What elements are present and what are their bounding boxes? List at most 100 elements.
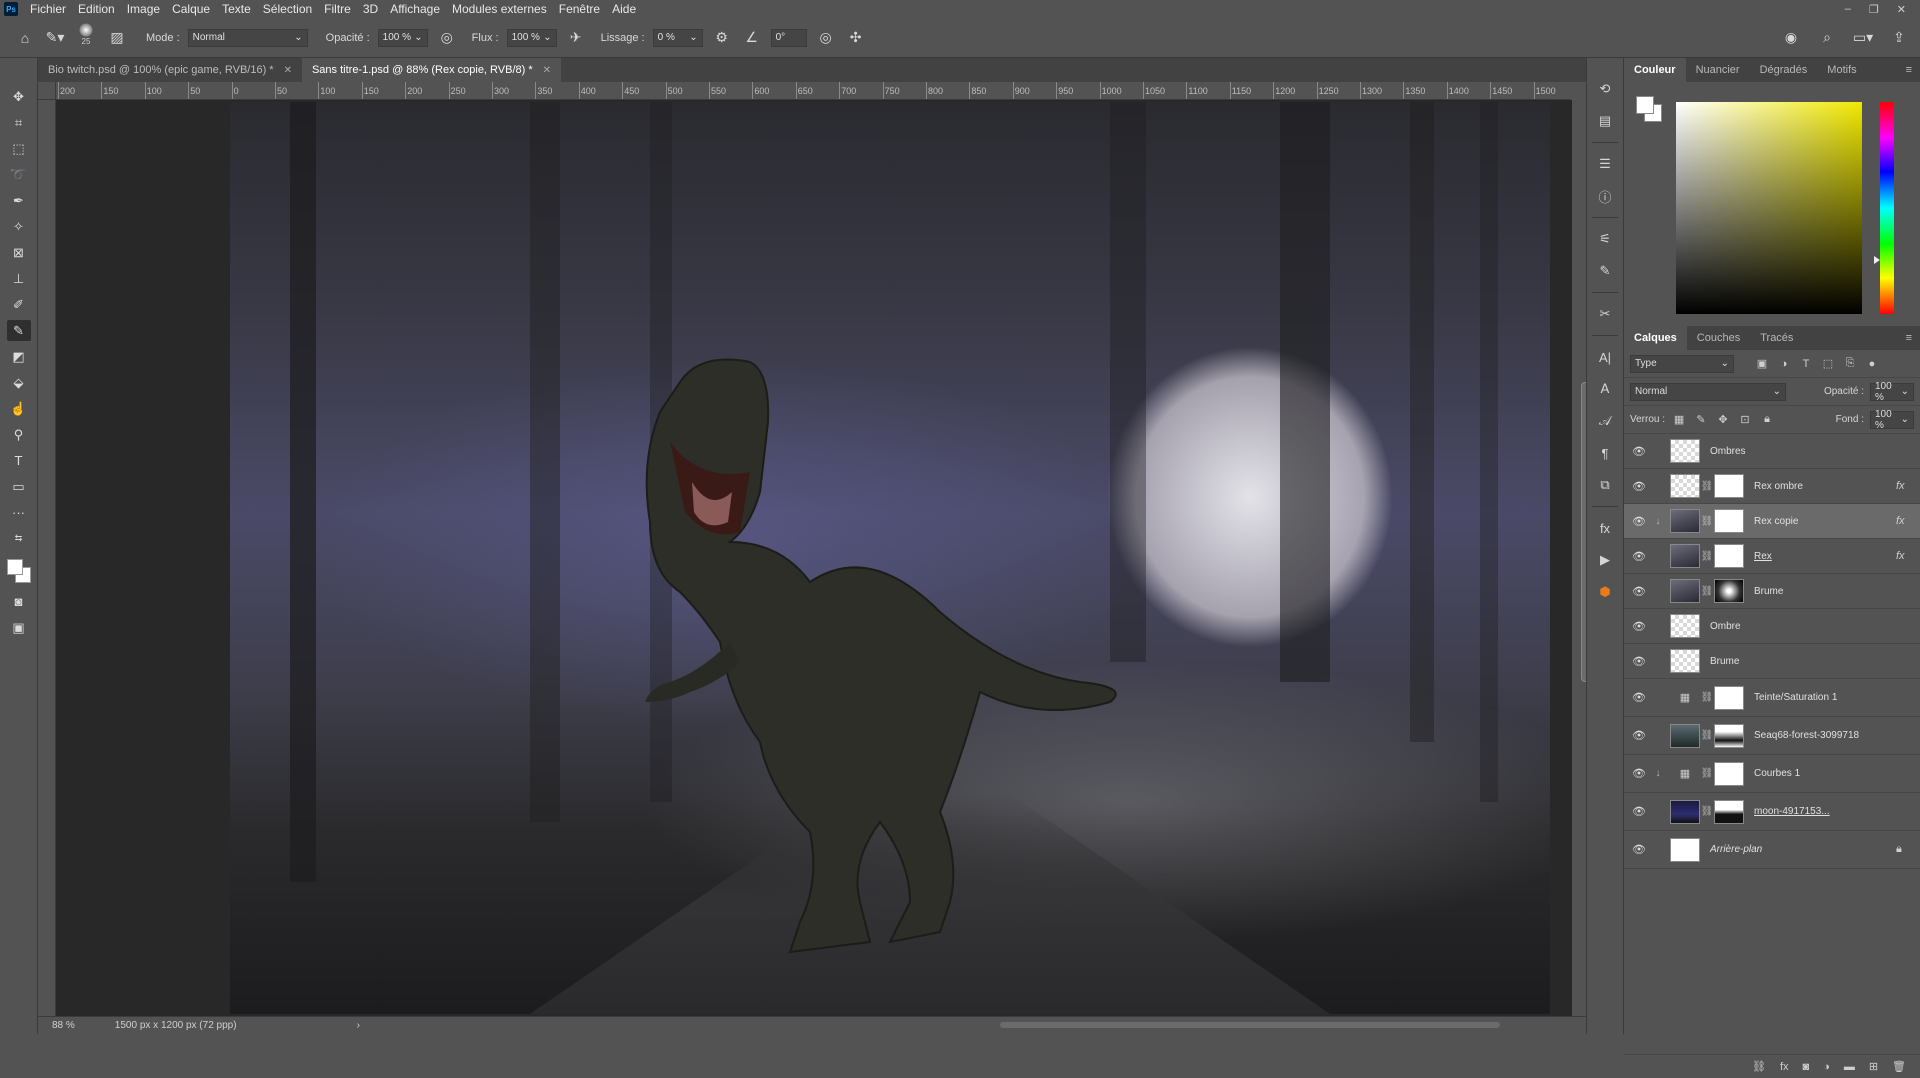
- export-icon[interactable]: ⇪: [1888, 27, 1910, 49]
- mask-link-icon[interactable]: ⛓: [1700, 806, 1714, 817]
- smudge-tool-icon[interactable]: ☝: [7, 398, 31, 419]
- styles-icon[interactable]: fx: [1594, 517, 1616, 539]
- close-icon[interactable]: ✕: [543, 65, 551, 76]
- visibility-eye-icon[interactable]: 👁︎: [1632, 585, 1652, 598]
- artwork-canvas[interactable]: [230, 102, 1550, 1014]
- swap-colors-icon[interactable]: ⇆: [7, 528, 31, 549]
- brush-settings-icon[interactable]: ▨: [106, 27, 128, 49]
- layer-name[interactable]: Brume: [1710, 656, 1920, 667]
- type-tool-icon[interactable]: T: [7, 450, 31, 471]
- mode-select[interactable]: Normal ⌄: [187, 28, 308, 47]
- visibility-eye-icon[interactable]: 👁︎: [1632, 805, 1652, 818]
- visibility-eye-icon[interactable]: 👁︎: [1632, 620, 1652, 633]
- filter-type-icon[interactable]: T: [1798, 356, 1814, 372]
- horizontal-scrollbar[interactable]: [400, 1017, 1586, 1035]
- menu-item[interactable]: Edition: [72, 0, 121, 18]
- filter-shape-icon[interactable]: ⬚: [1820, 356, 1836, 372]
- filter-adjustment-icon[interactable]: ◑: [1776, 356, 1792, 372]
- layer-thumbnail[interactable]: [1670, 799, 1700, 824]
- more-tools-icon[interactable]: ···: [7, 502, 31, 523]
- visibility-eye-icon[interactable]: 👁︎: [1632, 767, 1652, 780]
- paragraph-icon[interactable]: ¶: [1594, 442, 1616, 464]
- scroll-thumb[interactable]: [999, 1021, 1500, 1028]
- new-adjustment-icon[interactable]: ◑: [1823, 1061, 1830, 1073]
- menu-item[interactable]: Image: [121, 0, 166, 18]
- menu-item[interactable]: Modules externes: [446, 0, 553, 18]
- link-layers-icon[interactable]: ⛓: [1752, 1060, 1766, 1073]
- menu-item[interactable]: 3D: [357, 0, 384, 18]
- actions-icon[interactable]: ▤: [1594, 110, 1616, 132]
- layer-mask-thumbnail[interactable]: [1714, 579, 1744, 603]
- layer-row[interactable]: 👁︎ Ombres: [1624, 434, 1920, 469]
- tab-color[interactable]: Couleur: [1624, 58, 1686, 82]
- mask-link-icon[interactable]: ⛓: [1700, 730, 1714, 741]
- layer-row[interactable]: 👁︎ ⛓ moon-4917153...: [1624, 793, 1920, 831]
- paint-bucket-tool-icon[interactable]: ⬙: [7, 372, 31, 393]
- add-mask-icon[interactable]: ◙: [1803, 1061, 1810, 1073]
- layer-row[interactable]: 👁︎ Ombre: [1624, 609, 1920, 644]
- menu-item[interactable]: Filtre: [318, 0, 357, 18]
- tab-bio-twitch[interactable]: Bio twitch.psd @ 100% (epic game, RVB/16…: [38, 58, 302, 82]
- panel-menu-icon[interactable]: ≡: [1906, 332, 1920, 344]
- lock-all-icon[interactable]: 🔒︎: [1759, 412, 1775, 428]
- tab-sans-titre[interactable]: Sans titre-1.psd @ 88% (Rex copie, RVB/8…: [301, 58, 562, 82]
- menu-item[interactable]: Texte: [216, 0, 257, 18]
- brush-tool-preset-icon[interactable]: ✎▾: [44, 27, 66, 49]
- layer-row[interactable]: 👁︎ ⛓ Rex fx: [1624, 539, 1920, 574]
- layer-mask-thumbnail[interactable]: [1714, 509, 1744, 533]
- layer-thumbnail[interactable]: [1670, 837, 1700, 862]
- menu-item[interactable]: Aide: [606, 0, 642, 18]
- layer-mask-thumbnail[interactable]: [1714, 723, 1744, 748]
- symmetry-icon[interactable]: ✣: [845, 27, 867, 49]
- layer-thumbnail[interactable]: [1670, 649, 1700, 673]
- menu-item[interactable]: Fichier: [24, 0, 72, 18]
- mask-link-icon[interactable]: ⛓: [1700, 481, 1714, 492]
- color-swatches[interactable]: [4, 556, 34, 586]
- pressure-size-icon[interactable]: ◎: [815, 27, 837, 49]
- status-menu-arrow-icon[interactable]: ›: [357, 1020, 360, 1031]
- filter-toggle-icon[interactable]: ●: [1864, 356, 1880, 372]
- color-picker-field[interactable]: [1676, 102, 1862, 314]
- pressure-opacity-icon[interactable]: ◎: [436, 27, 458, 49]
- paragraph-styles-icon[interactable]: ⧉: [1594, 474, 1616, 496]
- lock-pixels-icon[interactable]: ✎: [1693, 412, 1709, 428]
- layer-row[interactable]: 👁︎ Arrière-plan 🔒︎: [1624, 831, 1920, 869]
- eyedropper-tool-icon[interactable]: ✐: [7, 294, 31, 315]
- panel-menu-icon[interactable]: ≡: [1906, 64, 1920, 76]
- visibility-eye-icon[interactable]: 👁︎: [1632, 515, 1652, 528]
- layer-thumbnail[interactable]: [1670, 723, 1700, 748]
- layer-name[interactable]: Courbes 1: [1754, 768, 1920, 779]
- opacity-input[interactable]: 100 % ⌄: [377, 28, 428, 47]
- filter-smart-icon[interactable]: ⎘: [1842, 356, 1858, 372]
- tab-channels[interactable]: Couches: [1687, 326, 1750, 350]
- stamp-tool-icon[interactable]: ⊥: [7, 268, 31, 289]
- brush-tool-icon[interactable]: ✎: [6, 320, 31, 341]
- history-icon[interactable]: ⟲: [1594, 78, 1616, 100]
- delete-layer-icon[interactable]: 🗑︎: [1892, 1060, 1906, 1073]
- layer-row[interactable]: 👁︎ ⛓ Brume: [1624, 574, 1920, 609]
- layer-mask-thumbnail[interactable]: [1714, 761, 1744, 786]
- layer-effects-icon[interactable]: fx: [1896, 515, 1920, 527]
- layer-effects-icon[interactable]: fx: [1896, 550, 1920, 562]
- character-icon[interactable]: A|: [1594, 346, 1616, 368]
- frame-tool-icon[interactable]: ⊠: [7, 242, 31, 263]
- layer-name[interactable]: Rex ombre: [1754, 481, 1896, 492]
- layer-mask-thumbnail[interactable]: [1714, 685, 1744, 710]
- tab-paths[interactable]: Tracés: [1750, 326, 1803, 350]
- smoothing-input[interactable]: 0 % ⌄: [652, 28, 703, 47]
- layer-mask-thumbnail[interactable]: [1714, 474, 1744, 498]
- foreground-color-swatch[interactable]: [1636, 96, 1654, 114]
- vertical-scrollbar[interactable]: [1572, 82, 1589, 1016]
- screen-mode-icon[interactable]: ▣: [7, 617, 31, 638]
- menu-item[interactable]: Calque: [166, 0, 216, 18]
- menu-item[interactable]: Sélection: [257, 0, 318, 18]
- layer-thumbnail[interactable]: [1670, 614, 1700, 638]
- blend-mode-select[interactable]: Normal ⌄: [1630, 382, 1786, 401]
- shape-tool-icon[interactable]: ▭: [7, 476, 31, 497]
- layer-name[interactable]: Ombre: [1710, 621, 1920, 632]
- layer-row[interactable]: 👁︎ ↓ ▦ ⛓ Courbes 1: [1624, 755, 1920, 793]
- layer-name[interactable]: Arrière-plan: [1710, 844, 1896, 855]
- angle-input[interactable]: 0°: [770, 28, 807, 47]
- mask-link-icon[interactable]: ⛓: [1700, 768, 1714, 779]
- layer-mask-thumbnail[interactable]: [1714, 544, 1744, 568]
